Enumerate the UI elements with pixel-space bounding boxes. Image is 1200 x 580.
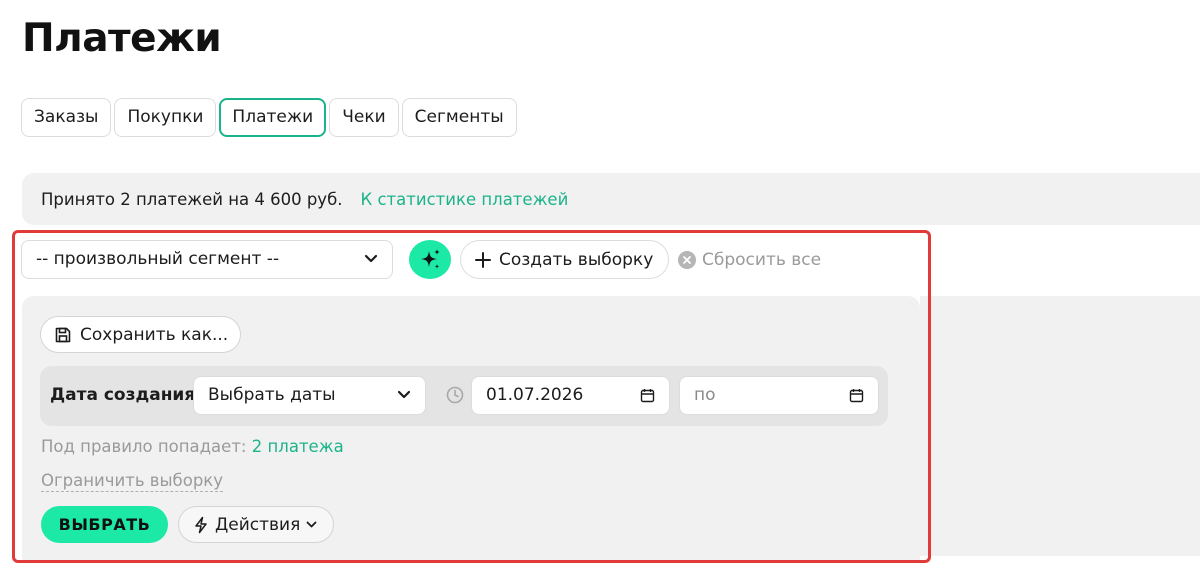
rule-match-prefix: Под правило попадает: [41,437,247,456]
reset-all-label: Сбросить все [702,250,822,270]
chevron-down-icon [397,390,411,399]
date-to-placeholder: по [694,385,716,405]
page-title: Платежи [22,16,222,61]
date-to-field[interactable]: по [679,376,879,415]
tab-receipts[interactable]: Чеки [329,98,399,137]
side-background [920,296,1200,556]
payment-stats-link[interactable]: К статистике платежей [361,190,569,209]
chevron-down-icon [306,521,317,527]
sparkles-icon [421,248,440,269]
tab-payments[interactable]: Платежи [219,98,327,137]
ai-assistant-button[interactable] [409,240,451,279]
calendar-icon[interactable] [849,388,864,403]
plus-icon [475,251,491,268]
reset-all-button[interactable]: Сбросить все [678,248,821,272]
lightning-icon [195,516,207,533]
save-as-label: Сохранить как... [80,324,229,345]
select-button[interactable]: ВЫБРАТЬ [41,506,168,543]
tab-orders[interactable]: Заказы [21,98,112,137]
tab-bar: Заказы Покупки Платежи Чеки Сегменты [21,98,517,137]
chevron-down-icon [364,254,378,263]
segment-select[interactable]: -- произвольный сегмент -- [21,240,393,279]
tab-segments[interactable]: Сегменты [401,98,517,137]
save-icon [55,327,71,342]
close-icon [678,251,696,269]
create-selection-label: Создать выборку [499,249,654,270]
tab-purchases[interactable]: Покупки [114,98,217,137]
rule-match-count: Под правило попадает: 2 платежа [41,437,344,456]
actions-label: Действия [215,514,301,535]
payments-summary-text: Принято 2 платежей на 4 600 руб. [41,189,343,209]
clock-icon[interactable] [446,386,464,404]
save-as-button[interactable]: Сохранить как... [40,316,241,353]
date-range-select-value: Выбрать даты [208,385,336,405]
segment-select-value: -- произвольный сегмент -- [36,249,280,269]
date-range-select[interactable]: Выбрать даты [193,376,426,415]
date-from-value: 01.07.2026 [486,385,584,405]
calendar-icon[interactable] [640,388,655,403]
actions-button[interactable]: Действия [178,506,334,543]
limit-selection-link[interactable]: Ограничить выборку [41,471,224,492]
rule-match-link[interactable]: 2 платежа [252,437,344,456]
create-selection-button[interactable]: Создать выборку [460,240,669,279]
rule-label: Дата создания [50,385,196,405]
payments-summary-bar: Принято 2 платежей на 4 600 руб. К стати… [22,173,1200,225]
date-from-field[interactable]: 01.07.2026 [471,376,670,415]
